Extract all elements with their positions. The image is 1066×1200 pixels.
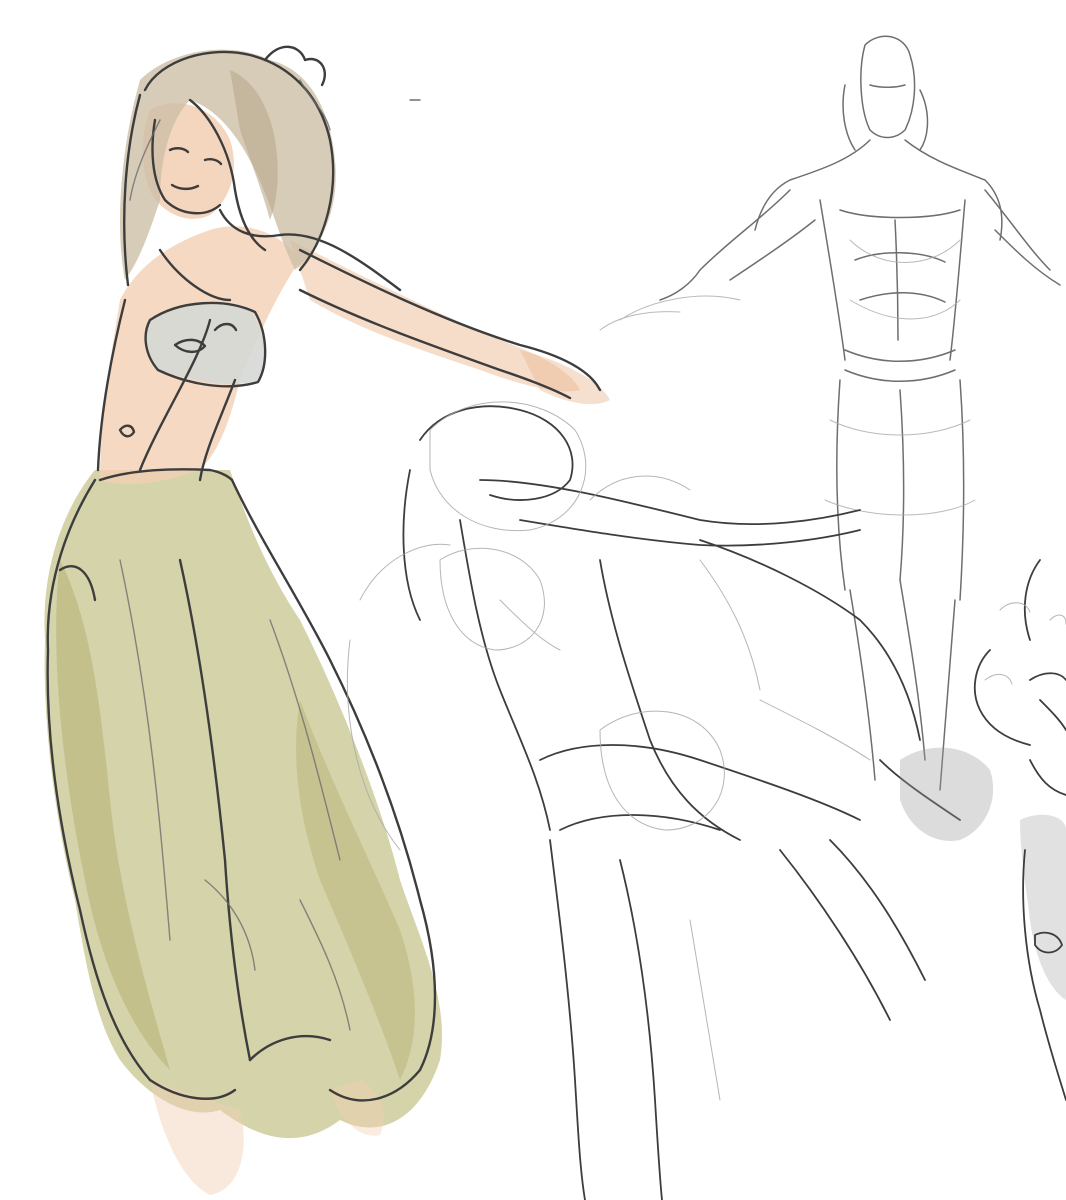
standing-male-construction — [599, 239, 976, 516]
grey-wash — [900, 747, 994, 841]
curly-hair-figure-sketch — [900, 559, 1066, 1101]
colored-dancer-figure — [44, 45, 610, 1195]
bending-figure-sketch — [402, 405, 961, 1200]
sketch-artwork — [44, 35, 1066, 1200]
grey-wash-body — [1020, 814, 1066, 1000]
sketch-canvas — [0, 0, 1066, 1200]
standing-male-sketch — [659, 35, 1061, 791]
